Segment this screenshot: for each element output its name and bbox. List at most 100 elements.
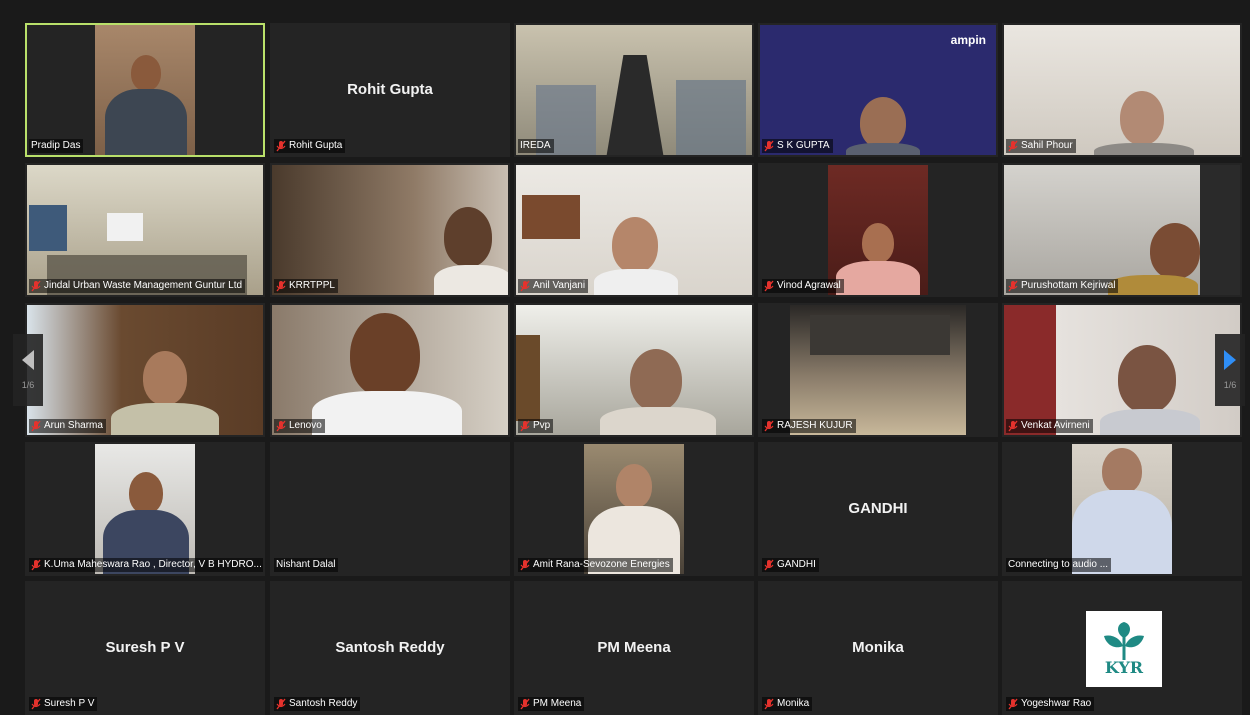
participant-name-placeholder: Suresh P V: [105, 639, 185, 656]
next-page-button[interactable]: 1/6: [1215, 334, 1245, 406]
participant-label: Purushottam Kejriwal: [1006, 279, 1119, 293]
participant-label: Pvp: [518, 419, 554, 433]
mic-muted-icon: [764, 140, 774, 152]
mic-muted-icon: [764, 280, 774, 292]
participant-video: [516, 25, 752, 155]
mic-muted-icon: [520, 280, 530, 292]
participant-label: Suresh P V: [29, 697, 98, 711]
participant-tile-jindal[interactable]: Jindal Urban Waste Management Guntur Ltd: [25, 163, 265, 297]
participant-tile-anil-vanjani[interactable]: Anil Vanjani: [514, 163, 754, 297]
participant-tile-gandhi[interactable]: GANDHI GANDHI: [758, 442, 998, 576]
participant-tile-connecting-audio[interactable]: Connecting to audio ...: [1002, 442, 1242, 576]
participant-name-placeholder: Rohit Gupta: [347, 81, 433, 98]
leaf-logo-icon: [1104, 621, 1144, 660]
backdrop-logo: ampin: [950, 33, 986, 47]
participant-video: ampin: [760, 25, 996, 155]
participant-tile-pm-meena[interactable]: PM Meena PM Meena: [514, 581, 754, 715]
mic-muted-icon: [31, 280, 41, 292]
participant-label: Jindal Urban Waste Management Guntur Ltd: [29, 279, 246, 293]
page-indicator: 1/6: [1223, 380, 1237, 390]
participant-tile-lenovo[interactable]: Lenovo: [270, 303, 510, 437]
participant-tile-suresh-pv[interactable]: Suresh P V Suresh P V: [25, 581, 265, 715]
mic-muted-icon: [276, 280, 286, 292]
participant-tile-amit-rana[interactable]: Amit Rana-Sevozone Energies: [514, 442, 754, 576]
mic-muted-icon: [276, 140, 286, 152]
participant-label: GANDHI: [762, 558, 819, 572]
participant-label: Arun Sharma: [29, 419, 106, 433]
arrow-left-icon: [22, 350, 34, 370]
page-indicator: 1/6: [21, 380, 35, 390]
participant-label: Sahil Phour: [1006, 139, 1076, 153]
participant-label: Connecting to audio ...: [1006, 558, 1112, 572]
mic-muted-icon: [31, 559, 41, 571]
participant-label: Lenovo: [274, 419, 325, 433]
participant-video: [516, 305, 752, 435]
mic-muted-icon: [1008, 140, 1018, 152]
participant-tile-venkat-avirneni[interactable]: Venkat Avirneni: [1002, 303, 1242, 437]
participant-label: Amit Rana-Sevozone Energies: [518, 558, 673, 572]
participant-tile-santosh-reddy[interactable]: Santosh Reddy Santosh Reddy: [270, 581, 510, 715]
participant-tile-nishant-dalal[interactable]: Nishant Dalal: [270, 442, 510, 576]
meeting-gallery-view: Pradip Das Rohit Gupta Rohit Gupta IREDA…: [0, 0, 1250, 715]
mic-muted-icon: [1008, 698, 1018, 710]
participant-tile-rohit-gupta[interactable]: Rohit Gupta Rohit Gupta: [270, 23, 510, 157]
participant-tile-sahil-phour[interactable]: Sahil Phour: [1002, 23, 1242, 157]
participant-video: [1072, 444, 1172, 574]
participant-name-placeholder: GANDHI: [848, 500, 908, 517]
participant-label: Rohit Gupta: [274, 139, 346, 153]
mic-muted-icon: [764, 559, 774, 571]
participant-video: [272, 305, 508, 435]
participant-label: KRRTPPL: [274, 279, 338, 293]
participant-tile-purushottam-kejriwal[interactable]: Purushottam Kejriwal: [1002, 163, 1242, 297]
mic-muted-icon: [276, 698, 286, 710]
participant-label: Vinod Agrawal: [762, 279, 844, 293]
participant-video: [516, 165, 752, 295]
logo-text: KYR: [1104, 657, 1144, 677]
participant-tile-krrtppl[interactable]: KRRTPPL: [270, 163, 510, 297]
mic-muted-icon: [520, 698, 530, 710]
participant-tile-sk-gupta[interactable]: ampin S K GUPTA: [758, 23, 998, 157]
participant-name-placeholder: Santosh Reddy: [335, 639, 445, 656]
participant-tile-ireda[interactable]: IREDA: [514, 23, 754, 157]
profile-logo: KYR: [1086, 611, 1162, 687]
participant-video: [790, 305, 966, 435]
participant-label: Anil Vanjani: [518, 279, 589, 293]
mic-muted-icon: [31, 420, 41, 432]
participant-label: Monika: [762, 697, 813, 711]
mic-muted-icon: [276, 420, 286, 432]
participant-video: [584, 444, 684, 574]
participant-tile-rajesh-kujur[interactable]: RAJESH KUJUR: [758, 303, 998, 437]
participant-tile-monika[interactable]: Monika Monika: [758, 581, 998, 715]
participant-label: Pradip Das: [29, 139, 84, 153]
participant-label: Venkat Avirneni: [1006, 419, 1093, 433]
participant-label: RAJESH KUJUR: [762, 419, 856, 433]
participant-video: [95, 25, 195, 155]
participant-video: [27, 165, 263, 295]
participant-label: S K GUPTA: [762, 139, 833, 153]
previous-page-button[interactable]: 1/6: [13, 334, 43, 406]
participant-video: [1004, 165, 1240, 295]
participant-label: IREDA: [518, 139, 554, 153]
participant-video: [272, 165, 508, 295]
mic-muted-icon: [764, 698, 774, 710]
participant-label: Yogeshwar Rao: [1006, 697, 1095, 711]
mic-muted-icon: [520, 420, 530, 432]
mic-muted-icon: [520, 559, 530, 571]
participant-tile-k-uma-maheswara-rao[interactable]: K.Uma Maheswara Rao , Director, V B HYDR…: [25, 442, 265, 576]
participant-label: Nishant Dalal: [274, 558, 339, 572]
mic-muted-icon: [1008, 280, 1018, 292]
participant-label: Santosh Reddy: [274, 697, 361, 711]
participant-tile-arun-sharma[interactable]: Arun Sharma: [25, 303, 265, 437]
arrow-right-icon: [1224, 350, 1236, 370]
participant-video: [95, 444, 195, 574]
participant-tile-pvp[interactable]: Pvp: [514, 303, 754, 437]
mic-muted-icon: [764, 420, 774, 432]
mic-muted-icon: [1008, 420, 1018, 432]
participant-video: [27, 305, 263, 435]
participant-tile-yogeshwar-rao[interactable]: KYR Yogeshwar Rao: [1002, 581, 1242, 715]
participant-tile-vinod-agrawal[interactable]: Vinod Agrawal: [758, 163, 998, 297]
mic-muted-icon: [31, 698, 41, 710]
participant-label: PM Meena: [518, 697, 585, 711]
participant-name-placeholder: PM Meena: [597, 639, 671, 656]
participant-tile-pradip-das[interactable]: Pradip Das: [25, 23, 265, 157]
